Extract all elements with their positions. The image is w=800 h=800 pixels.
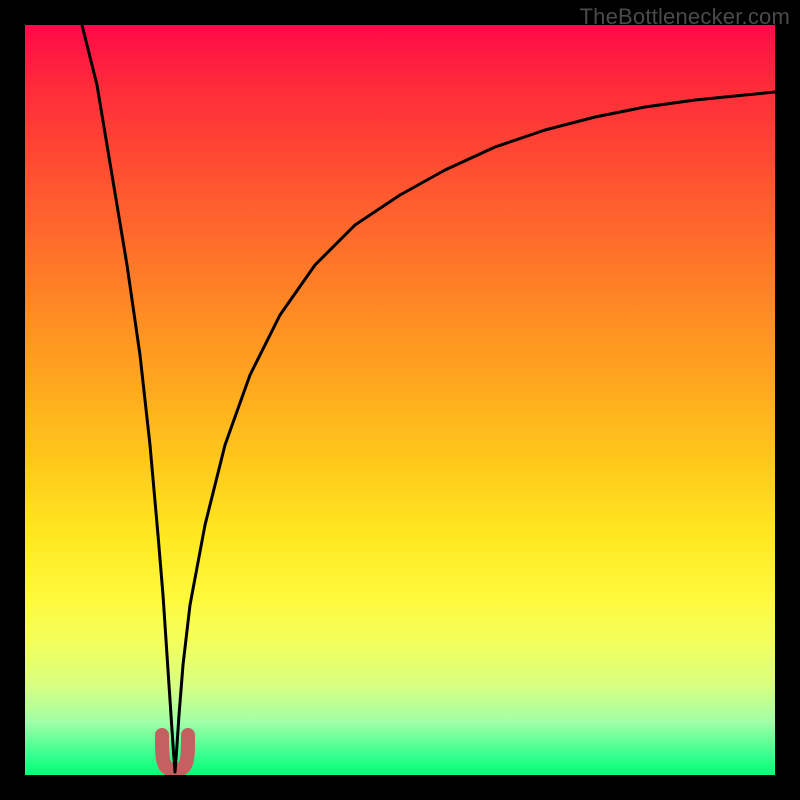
curve-path — [82, 25, 775, 772]
bottleneck-curve — [25, 25, 775, 775]
watermark-text: TheBottlenecker.com — [580, 4, 790, 30]
plot-area — [25, 25, 775, 775]
chart-frame: TheBottlenecker.com — [0, 0, 800, 800]
